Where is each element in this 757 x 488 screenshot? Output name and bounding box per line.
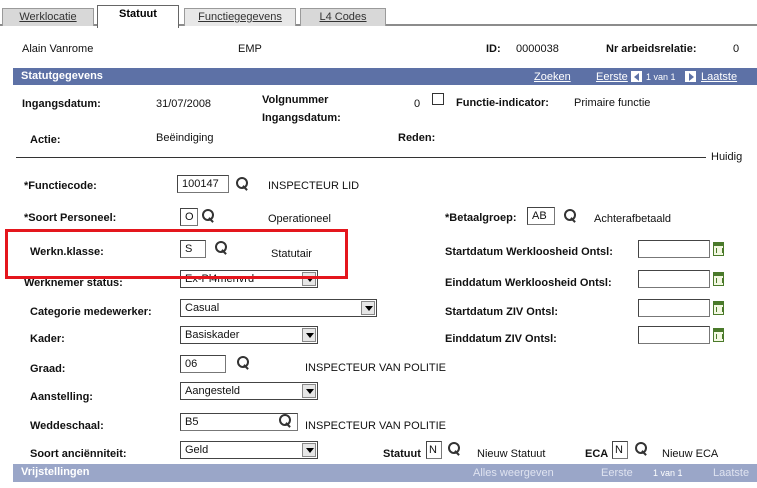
tab-werklocatie[interactable]: Werklocatie: [2, 8, 94, 26]
seniority-select[interactable]: Geld: [180, 441, 318, 459]
ziv-start-input[interactable]: [638, 299, 710, 317]
salary-scale-description: INSPECTEUR VAN POLITIE: [305, 420, 446, 432]
show-all-link[interactable]: Alles weergeven: [473, 467, 554, 479]
ziv-start-label: Startdatum ZIV Ontsl:: [445, 306, 559, 318]
dropdown-arrow-icon[interactable]: [302, 384, 316, 398]
personnel-type-description: Operationeel: [268, 213, 331, 225]
appointment-select[interactable]: Aangesteld: [180, 382, 318, 400]
pay-group-label: *Betaalgroep:: [445, 212, 517, 224]
salary-scale-label: Weddeschaal:: [30, 420, 104, 432]
current-label: Huidig: [711, 151, 743, 163]
grade-label: Graad:: [30, 363, 66, 375]
ziv-start-calendar-icon[interactable]: [713, 301, 724, 315]
pay-group-search-icon[interactable]: [563, 209, 577, 223]
eca-label: ECA: [585, 448, 609, 460]
function-code-input[interactable]: 100147: [177, 175, 229, 193]
id-value: 0000038: [516, 43, 559, 55]
function-code-label: *Functiecode:: [24, 180, 97, 192]
section-header-bar: Statutgegevens Zoeken Eerste 1 van 1 Laa…: [13, 68, 757, 85]
eca-search-icon[interactable]: [634, 442, 648, 456]
salary-scale-search-icon[interactable]: [278, 414, 292, 428]
sequence-label-line2: Ingangsdatum:: [262, 112, 341, 124]
ziv-end-input[interactable]: [638, 326, 710, 344]
statute-search-icon[interactable]: [447, 442, 461, 456]
category-label: Categorie medewerker:: [30, 306, 152, 318]
dropdown-arrow-icon[interactable]: [302, 443, 316, 457]
last-link[interactable]: Laatste: [701, 71, 737, 83]
appointment-label: Aanstelling:: [30, 391, 93, 403]
previous-icon[interactable]: [631, 71, 642, 82]
grade-search-icon[interactable]: [236, 356, 250, 370]
exemptions-bar: Vrijstellingen Alles weergeven Eerste 1 …: [13, 464, 757, 482]
personnel-type-input[interactable]: O: [180, 208, 198, 226]
reason-label: Reden:: [398, 132, 436, 144]
category-value: Casual: [185, 302, 220, 314]
eca-description: Nieuw ECA: [662, 448, 719, 460]
sequence-label-line1: Volgnummer: [262, 94, 329, 106]
function-indicator-checkbox[interactable]: [432, 93, 444, 105]
id-label: ID:: [486, 43, 501, 55]
effective-date-value: 31/07/2008: [156, 98, 212, 110]
ziv-end-calendar-icon[interactable]: [713, 328, 724, 342]
unemployment-start-input[interactable]: [638, 240, 710, 258]
personnel-type-search-icon[interactable]: [201, 209, 215, 223]
action-label: Actie:: [30, 134, 61, 146]
exemptions-title: Vrijstellingen: [21, 466, 90, 478]
exemptions-first-link[interactable]: Eerste: [601, 467, 633, 479]
tab-statuut[interactable]: Statuut: [97, 5, 179, 28]
unemployment-end-calendar-icon[interactable]: [713, 272, 724, 286]
divider: [16, 157, 706, 158]
function-indicator-value: Primaire functie: [574, 97, 651, 109]
personnel-type-label: *Soort Personeel:: [24, 212, 117, 224]
next-icon[interactable]: [685, 71, 696, 82]
relation-value: 0: [733, 43, 740, 55]
effective-date-label: Ingangsdatum:: [22, 98, 101, 110]
seniority-value: Geld: [185, 444, 209, 456]
grade-input[interactable]: 06: [180, 355, 226, 373]
row-range: 1 van 1: [646, 72, 676, 82]
ziv-end-label: Einddatum ZIV Ontsl:: [445, 333, 557, 345]
section-title: Statutgegevens: [21, 70, 103, 82]
pay-group-input[interactable]: AB: [527, 207, 555, 225]
frame-select[interactable]: Basiskader: [180, 326, 318, 344]
tab-functiegegevens[interactable]: Functiegegevens: [184, 8, 296, 26]
grade-description: INSPECTEUR VAN POLITIE: [305, 362, 446, 374]
unemployment-start-label: Startdatum Werkloosheid Ontsl:: [445, 246, 613, 258]
statute-input[interactable]: N: [426, 441, 442, 459]
appointment-value: Aangesteld: [185, 385, 241, 397]
category-select[interactable]: Casual: [180, 299, 377, 317]
employee-type: EMP: [238, 43, 262, 55]
highlight-box: [5, 229, 348, 279]
function-code-description: INSPECTEUR LID: [268, 180, 360, 192]
tab-bar: Werklocatie Statuut Functiegegevens L4 C…: [0, 0, 757, 28]
employee-name: Alain Vanrome: [22, 43, 94, 55]
tab-l4-codes[interactable]: L4 Codes: [300, 8, 386, 26]
exemptions-last-link[interactable]: Laatste: [713, 467, 749, 479]
search-link[interactable]: Zoeken: [534, 71, 571, 83]
relation-label: Nr arbeidsrelatie:: [606, 43, 697, 55]
unemployment-end-label: Einddatum Werkloosheid Ontsl:: [445, 277, 612, 289]
function-code-search-icon[interactable]: [235, 177, 249, 191]
first-link[interactable]: Eerste: [596, 71, 628, 83]
statute-description: Nieuw Statuut: [477, 448, 546, 460]
statute-label: Statuut: [383, 448, 421, 460]
frame-label: Kader:: [30, 333, 65, 345]
unemployment-end-input[interactable]: [638, 270, 710, 288]
function-indicator-label: Functie-indicator:: [456, 97, 549, 109]
exemptions-range: 1 van 1: [653, 468, 683, 478]
action-value: Beëindiging: [156, 132, 214, 144]
eca-input[interactable]: N: [612, 441, 628, 459]
frame-value: Basiskader: [185, 329, 240, 341]
unemployment-start-calendar-icon[interactable]: [713, 242, 724, 256]
dropdown-arrow-icon[interactable]: [361, 301, 375, 315]
dropdown-arrow-icon[interactable]: [302, 328, 316, 342]
pay-group-description: Achterafbetaald: [594, 213, 672, 225]
seniority-label: Soort anciënniteit:: [30, 448, 127, 460]
sequence-value: 0: [414, 98, 421, 110]
